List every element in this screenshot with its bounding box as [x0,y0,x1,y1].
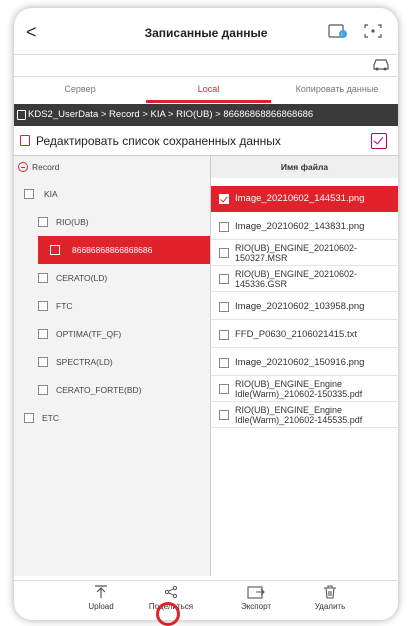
tree-item-label: CERATO_FORTE(BD) [56,385,142,395]
edit-list-icon [20,135,30,146]
tree-checkbox[interactable] [24,413,34,423]
file-checkbox[interactable] [219,248,229,258]
file-row[interactable]: RIO(UB)_ENGINE_Engine Idle(Warm)_210602-… [211,376,398,402]
file-checkbox[interactable] [219,358,229,368]
file-name: RIO(UB)_ENGINE_20210602-150327.MSR [235,243,358,263]
folder-icon [17,110,26,120]
upload-icon [95,585,107,598]
breadcrumb: KDS2_UserData > Record > KIA > RIO(UB) >… [14,104,398,126]
file-checkbox[interactable] [219,330,229,340]
file-row[interactable]: Image_20210602_103958.png [211,294,398,320]
file-name: RIO(UB)_ENGINE_Engine Idle(Warm)_210602-… [235,405,363,425]
header: < Записанные данные i [14,8,398,54]
tree-checkbox[interactable] [38,385,48,395]
file-name: RIO(UB)_ENGINE_Engine Idle(Warm)_210602-… [235,379,363,399]
tree-item-label: OPTIMA(TF_QF) [56,329,122,339]
file-list-header: Имя файла [211,156,398,178]
tree-item[interactable]: SPECTRA(LD) [14,348,210,376]
file-name: Image_20210602_143831.png [235,221,365,232]
tree-checkbox[interactable] [24,189,34,199]
breadcrumb-text: KDS2_UserData > Record > KIA > RIO(UB) >… [28,109,314,120]
tree-item-label: 86686868866868686 [72,245,153,255]
tree-checkbox[interactable] [38,357,48,367]
file-row[interactable]: Image_20210602_143831.png [211,214,398,240]
file-row[interactable]: FFD_P0630_2106021415.txt [211,322,398,348]
tree-checkbox[interactable] [38,273,48,283]
tree-item-label: RIO(UB) [56,217,89,227]
edit-saved-list-row[interactable]: Редактировать список сохраненных данных [14,128,398,154]
tree-item-label: KIA [44,189,58,199]
tree-item[interactable]: RIO(UB) [14,208,210,236]
app-frame: < Записанные данные i Сервер Local Копир… [14,8,398,620]
tree-item[interactable]: ETC [14,404,210,432]
tree-root[interactable]: Record [14,156,210,178]
tree-item-label: CERATO(LD) [56,273,108,283]
collapse-icon[interactable] [18,162,28,172]
file-name: Image_20210602_103958.png [235,301,365,312]
tree-item[interactable]: CERATO(LD) [14,264,210,292]
file-checkbox[interactable] [219,302,229,312]
export-label: Экспорт [240,602,272,611]
tab-server[interactable]: Сервер [20,80,140,104]
tree-item-selected[interactable]: 86686868866868686 [38,236,210,264]
tree-item[interactable]: KIA [14,180,210,208]
tree-checkbox[interactable] [50,245,60,255]
tree-checkbox[interactable] [38,329,48,339]
file-row[interactable]: Image_20210602_144531.png [211,186,398,212]
tree-item-label: SPECTRA(LD) [56,357,113,367]
car-icon[interactable] [372,57,390,71]
tree-item[interactable]: CERATO_FORTE(BD) [14,376,210,404]
active-tab-indicator [146,100,271,103]
header-divider [14,54,398,55]
file-checkbox[interactable] [219,384,229,394]
export-button[interactable]: Экспорт [221,585,291,620]
select-all-checkbox[interactable] [371,133,387,149]
tree-item[interactable]: OPTIMA(TF_QF) [14,320,210,348]
file-name: Image_20210602_150916.png [235,357,365,368]
tree-root-label: Record [32,162,60,172]
export-icon [247,586,265,599]
file-list: Имя файла Image_20210602_144531.png Imag… [211,156,398,576]
file-name: Image_20210602_144531.png [235,193,365,204]
upload-label: Upload [88,602,114,611]
file-name: FFD_P0630_2106021415.txt [235,329,358,340]
svg-text:i: i [341,32,342,38]
edit-saved-list-label: Редактировать список сохраненных данных [36,134,281,148]
bottom-action-bar: Upload Поделиться Экспорт Удалить [14,580,398,620]
file-row[interactable]: RIO(UB)_ENGINE_Engine Idle(Warm)_210602-… [211,402,398,428]
file-row[interactable]: Image_20210602_150916.png [211,350,398,376]
tree-item[interactable]: FTC [14,292,210,320]
touch-indicator [156,602,180,626]
file-name: RIO(UB)_ENGINE_20210602-145336.GSR [235,269,358,289]
file-row[interactable]: RIO(UB)_ENGINE_20210602-150327.MSR [211,240,398,266]
trash-icon [324,585,336,599]
folder-tree: Record KIA RIO(UB) 86686868866868686 CER… [14,156,210,576]
sub-divider [14,76,398,77]
file-checkbox[interactable] [219,274,229,284]
tree-item-label: ETC [42,413,59,423]
tab-copy-data[interactable]: Копировать данные [276,80,398,104]
upload-button[interactable]: Upload [66,585,136,620]
delete-label: Удалить [314,602,346,611]
file-row[interactable]: RIO(UB)_ENGINE_20210602-145336.GSR [211,266,398,292]
file-checkbox[interactable] [219,410,229,420]
tree-checkbox[interactable] [38,217,48,227]
file-checkbox[interactable] [219,194,229,204]
delete-button[interactable]: Удалить [295,585,365,620]
storage-icon[interactable]: i [328,23,348,39]
file-checkbox[interactable] [219,222,229,232]
tree-checkbox[interactable] [38,301,48,311]
tree-item-label: FTC [56,301,73,311]
screen-capture-icon[interactable] [364,23,382,39]
share-icon [164,585,178,599]
